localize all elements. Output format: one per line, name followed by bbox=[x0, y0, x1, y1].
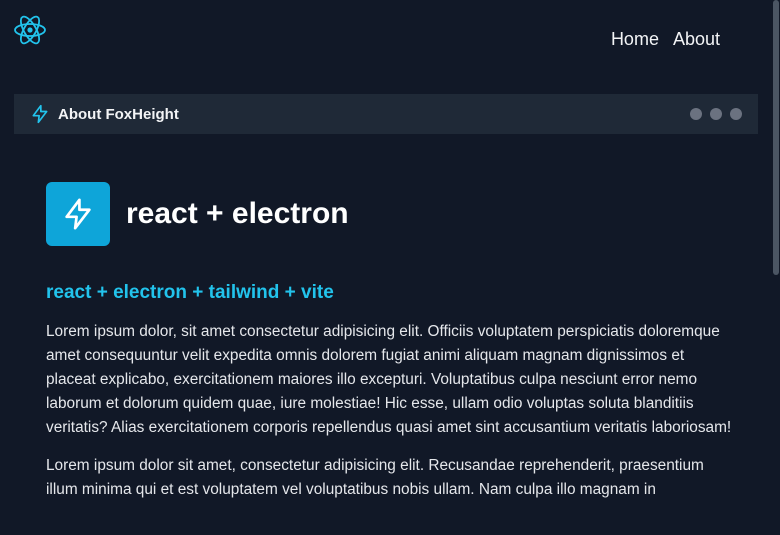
top-nav: Home About bbox=[0, 0, 772, 80]
window-title: About FoxHeight bbox=[58, 105, 179, 123]
minimize-dot[interactable] bbox=[690, 108, 702, 120]
about-content: react + electron react + electron + tail… bbox=[46, 182, 736, 502]
close-dot[interactable] bbox=[730, 108, 742, 120]
nav-link-about[interactable]: About bbox=[673, 28, 720, 50]
hero: react + electron bbox=[46, 182, 736, 246]
main-nav: Home About bbox=[611, 28, 720, 50]
scrollbar[interactable] bbox=[772, 0, 780, 535]
nav-link-home[interactable]: Home bbox=[611, 28, 659, 50]
app-window: Home About About FoxHeight react + elect… bbox=[0, 0, 780, 535]
window-title-bar[interactable]: About FoxHeight bbox=[14, 94, 758, 134]
hero-lightning-bolt-icon bbox=[46, 182, 110, 246]
window-controls bbox=[690, 108, 742, 120]
react-atom-icon[interactable] bbox=[13, 13, 47, 47]
subtitle: react + electron + tailwind + vite bbox=[46, 282, 334, 303]
maximize-dot[interactable] bbox=[710, 108, 722, 120]
paragraph: Lorem ipsum dolor, sit amet consectetur … bbox=[46, 323, 732, 436]
page-title: react + electron bbox=[126, 197, 349, 230]
scrollbar-thumb[interactable] bbox=[773, 0, 779, 275]
paragraph: Lorem ipsum dolor sit amet, consectetur … bbox=[46, 457, 704, 498]
lightning-bolt-icon bbox=[30, 104, 50, 124]
